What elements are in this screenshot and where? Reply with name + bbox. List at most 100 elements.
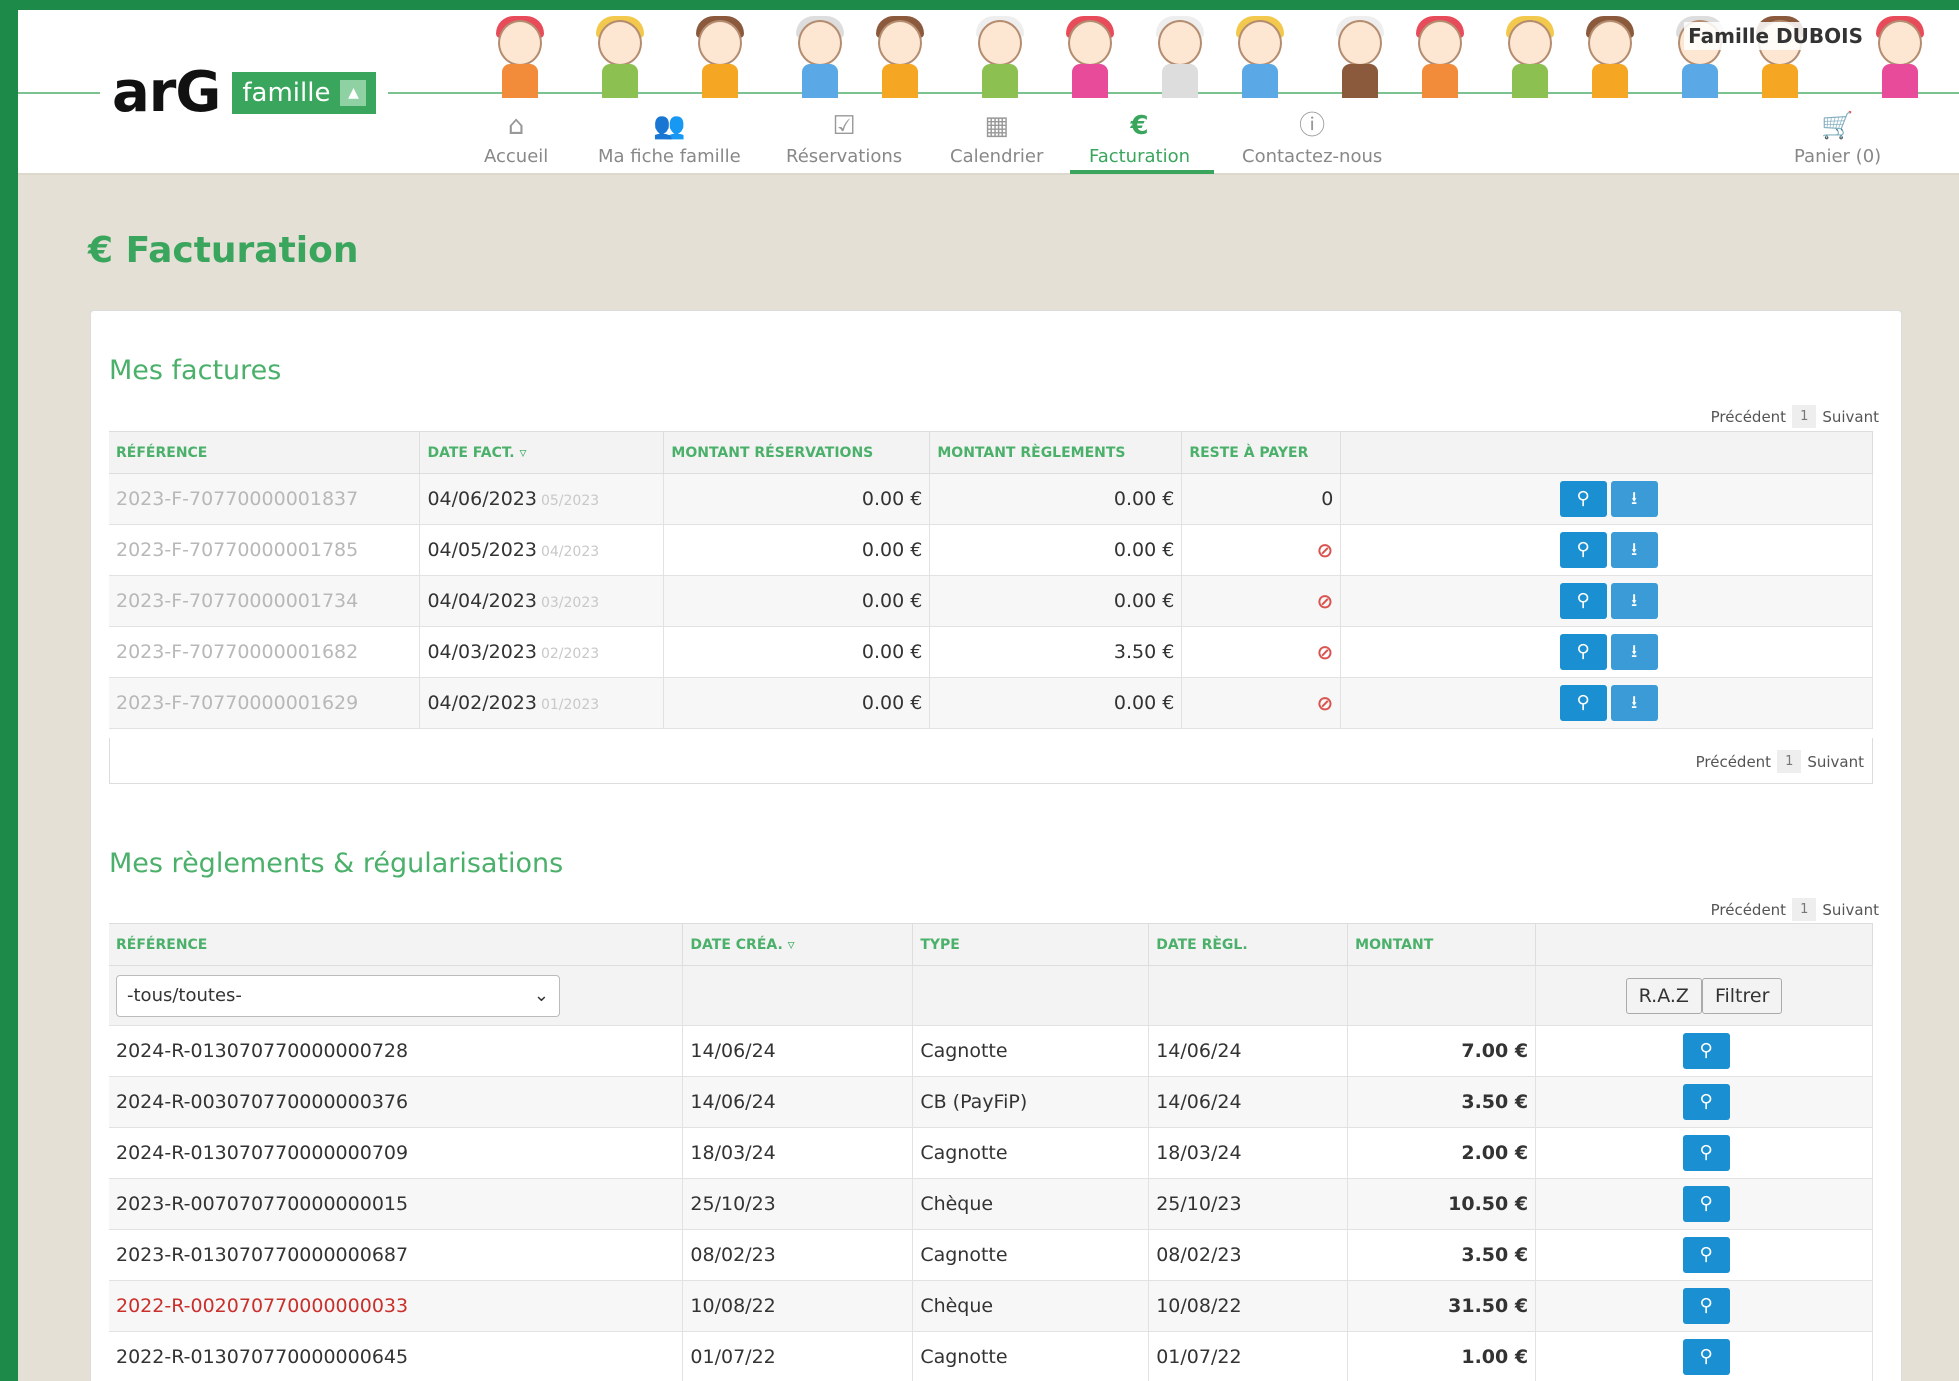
- invoice-montant-reglements: 3.50 €: [929, 626, 1183, 678]
- nav-facturation[interactable]: € Facturation: [1089, 110, 1190, 175]
- cart-icon: 🛒: [1821, 111, 1854, 141]
- invoice-actions: ⚲ ⭳: [1340, 473, 1873, 525]
- invoice-actions: ⚲ ⭳: [1340, 575, 1873, 627]
- view-search-icon[interactable]: ⚲: [1682, 1237, 1730, 1273]
- nav-ma-fiche-famille[interactable]: 👥 Ma fiche famille: [598, 110, 741, 175]
- download-icon[interactable]: ⭳: [1610, 532, 1658, 568]
- payment-reference: 2024-R-013070770000000728: [109, 1025, 684, 1077]
- view-search-icon[interactable]: ⚲: [1682, 1186, 1730, 1222]
- payments-header-row: RÉFÉRENCE DATE CRÉA. ▿ TYPE DATE RÈGL. M…: [109, 923, 1873, 966]
- nav-reservations[interactable]: ☑ Réservations: [786, 110, 902, 175]
- invoice-montant-reservations: 0.00 €: [663, 677, 931, 729]
- not-applicable-icon: ⊘: [1181, 575, 1342, 627]
- invoice-montant-reservations: 0.00 €: [663, 524, 931, 576]
- download-icon[interactable]: ⭳: [1610, 583, 1658, 619]
- invoice-montant-reglements: 0.00 €: [929, 473, 1183, 525]
- payment-montant: 2.00 €: [1347, 1127, 1537, 1179]
- col-reste-a-payer[interactable]: RESTE À PAYER: [1181, 431, 1342, 474]
- view-search-icon[interactable]: ⚲: [1682, 1084, 1730, 1120]
- pager-next[interactable]: Suivant: [1822, 408, 1879, 426]
- col-type[interactable]: TYPE: [912, 923, 1150, 966]
- download-icon[interactable]: ⭳: [1610, 634, 1658, 670]
- invoice-date: 04/03/2023 02/2023: [419, 626, 665, 678]
- info-icon: ⓘ: [1299, 111, 1326, 141]
- nav-contactez-nous[interactable]: ⓘ Contactez-nous: [1242, 110, 1382, 175]
- col-reference[interactable]: RÉFÉRENCE: [109, 923, 684, 966]
- table-row: 2022-R-002070770000000033 10/08/22 Chèqu…: [109, 1280, 1873, 1332]
- pager-next[interactable]: Suivant: [1807, 753, 1864, 771]
- payment-date-regl: 08/02/23: [1148, 1229, 1349, 1281]
- users-icon: 👥: [653, 111, 686, 141]
- payment-date-crea: 10/08/22: [682, 1280, 914, 1332]
- pager-page[interactable]: 1: [1792, 405, 1817, 428]
- view-search-icon[interactable]: ⚲: [1682, 1288, 1730, 1324]
- raz-button[interactable]: R.A.Z: [1625, 977, 1702, 1014]
- payment-date-regl: 14/06/24: [1148, 1076, 1349, 1128]
- view-search-icon[interactable]: ⚲: [1682, 1033, 1730, 1069]
- col-actions: [1340, 431, 1873, 474]
- invoice-montant-reglements: 0.00 €: [929, 677, 1183, 729]
- not-applicable-icon: ⊘: [1181, 677, 1342, 729]
- table-row: 2023-F-70770000001629 04/02/2023 01/2023 …: [109, 677, 1873, 729]
- payment-type: Chèque: [912, 1178, 1150, 1230]
- header: arG famille ▲ Famille DUBOIS ⌂ Accueil 👥…: [18, 10, 1959, 175]
- invoices-pager-top: Précédent 1 Suivant: [1711, 405, 1879, 428]
- col-montant-reglements[interactable]: MONTANT RÈGLEMENTS: [929, 431, 1183, 474]
- pager-prev[interactable]: Précédent: [1711, 901, 1786, 919]
- not-applicable-icon: ⊘: [1181, 524, 1342, 576]
- pager-page[interactable]: 1: [1777, 750, 1802, 773]
- calendar-icon: ▦: [984, 111, 1009, 141]
- pager-page[interactable]: 1: [1792, 898, 1817, 921]
- home-icon: ⌂: [507, 111, 525, 141]
- download-icon[interactable]: ⭳: [1610, 481, 1658, 517]
- view-search-icon[interactable]: ⚲: [1559, 532, 1607, 568]
- family-name[interactable]: Famille DUBOIS: [1684, 22, 1867, 50]
- payment-type: Cagnotte: [912, 1127, 1150, 1179]
- payment-type: Chèque: [912, 1280, 1150, 1332]
- view-search-icon[interactable]: ⚲: [1559, 583, 1607, 619]
- euro-icon: €: [1130, 111, 1149, 141]
- calendar-check-icon: ☑: [832, 111, 856, 141]
- nav-panier[interactable]: 🛒 Panier (0): [1794, 110, 1881, 175]
- invoice-actions: ⚲ ⭳: [1340, 524, 1873, 576]
- pager-prev[interactable]: Précédent: [1696, 753, 1771, 771]
- nav-accueil[interactable]: ⌂ Accueil: [484, 110, 548, 175]
- pager-next[interactable]: Suivant: [1822, 901, 1879, 919]
- invoice-reference: 2023-F-70770000001734: [109, 575, 421, 627]
- view-search-icon[interactable]: ⚲: [1682, 1339, 1730, 1375]
- payment-reference: 2023-R-013070770000000687: [109, 1229, 684, 1281]
- payment-reference: 2024-R-013070770000000709: [109, 1127, 684, 1179]
- col-date-regl[interactable]: DATE RÈGL.: [1148, 923, 1349, 966]
- view-search-icon[interactable]: ⚲: [1559, 634, 1607, 670]
- payment-date-regl: 01/07/22: [1148, 1331, 1349, 1381]
- pager-prev[interactable]: Précédent: [1711, 408, 1786, 426]
- col-date-fact[interactable]: DATE FACT. ▿: [419, 431, 665, 474]
- reference-filter-select[interactable]: -tous/toutes- ⌄: [116, 974, 560, 1017]
- col-montant-reservations[interactable]: MONTANT RÉSERVATIONS: [663, 431, 931, 474]
- payment-reference: 2022-R-002070770000000033: [109, 1280, 684, 1332]
- col-montant[interactable]: MONTANT: [1347, 923, 1537, 966]
- nav-calendrier[interactable]: ▦ Calendrier: [950, 110, 1043, 175]
- family-pictogram-icon: ▲: [340, 80, 367, 106]
- invoices-table: RÉFÉRENCE DATE FACT. ▿ MONTANT RÉSERVATI…: [109, 431, 1873, 729]
- table-row: 2023-F-70770000001682 04/03/2023 02/2023 …: [109, 626, 1873, 678]
- table-row: 2023-R-007070770000000015 25/10/23 Chèqu…: [109, 1178, 1873, 1230]
- payment-montant: 31.50 €: [1347, 1280, 1537, 1332]
- col-date-crea[interactable]: DATE CRÉA. ▿: [682, 923, 914, 966]
- payment-date-crea: 08/02/23: [682, 1229, 914, 1281]
- invoice-reste: 0: [1181, 473, 1342, 525]
- page-title: € Facturation: [88, 230, 359, 271]
- payments-pager-top: Précédent 1 Suivant: [1711, 898, 1879, 921]
- filter-button[interactable]: Filtrer: [1701, 977, 1783, 1014]
- nav-active-indicator: [1070, 170, 1214, 174]
- payment-montant: 10.50 €: [1347, 1178, 1537, 1230]
- invoices-title: Mes factures: [109, 355, 282, 386]
- view-search-icon[interactable]: ⚲: [1682, 1135, 1730, 1171]
- arg-famille-logo[interactable]: arG famille ▲: [100, 65, 389, 121]
- invoice-montant-reglements: 0.00 €: [929, 524, 1183, 576]
- download-icon[interactable]: ⭳: [1610, 685, 1658, 721]
- view-search-icon[interactable]: ⚲: [1559, 481, 1607, 517]
- view-search-icon[interactable]: ⚲: [1559, 685, 1607, 721]
- payment-date-crea: 14/06/24: [682, 1076, 914, 1128]
- col-reference[interactable]: RÉFÉRENCE: [109, 431, 421, 474]
